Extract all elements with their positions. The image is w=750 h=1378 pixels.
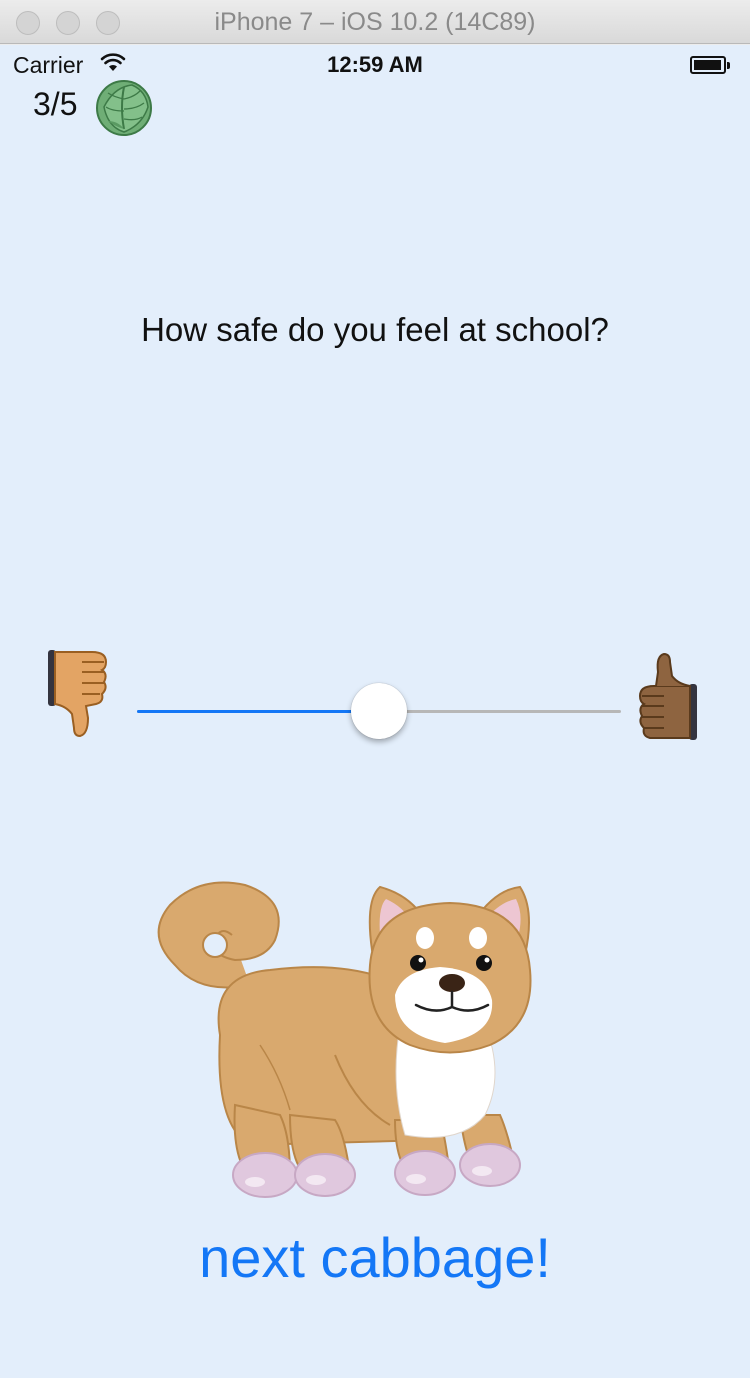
status-time: 12:59 AM [327,52,423,77]
window-title: iPhone 7 – iOS 10.2 (14C89) [214,8,536,36]
next-cabbage-button[interactable]: next cabbage! [0,1225,750,1290]
window-titlebar: iPhone 7 – iOS 10.2 (14C89) [0,0,750,44]
progress-counter: 3/5 [33,86,78,122]
thumbs-up-icon [638,652,697,740]
slider-fill [137,710,379,713]
battery-icon [690,56,730,74]
thumbs-down-icon [48,650,108,738]
survey-question: How safe do you feel at school? [141,311,609,348]
slider-thumb[interactable] [351,683,407,739]
safety-slider[interactable] [137,683,621,741]
app-screen: Carrier 12:59 AM 3/5 How safe do you fee… [0,45,750,1378]
shiba-dog-illustration [157,881,532,1198]
cabbage-icon [96,80,152,136]
